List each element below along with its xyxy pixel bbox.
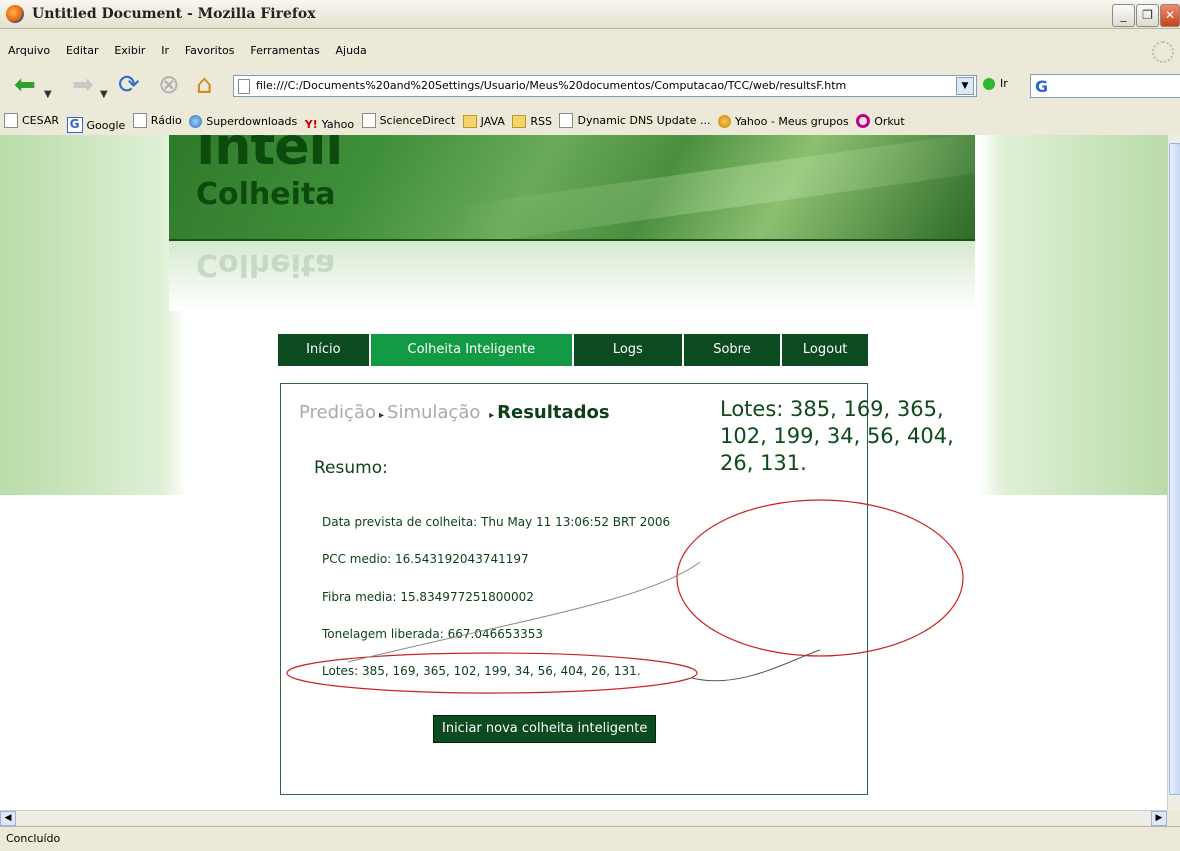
annotation-callout: Lotes: 385, 169, 365, 102, 199, 34, 56, … (720, 396, 960, 477)
status-text: Concluído (6, 832, 61, 845)
scroll-left-icon[interactable]: ◀ (0, 811, 16, 826)
callout-line: Lotes: 385, 169, 365, (720, 397, 944, 421)
callout-line: 102, 199, 34, 56, 404, (720, 424, 954, 448)
annotation-connector-top (347, 561, 701, 663)
annotation-ellipse-large (676, 499, 964, 657)
callout-line: 26, 131. (720, 451, 807, 475)
horizontal-scrollbar[interactable]: ◀ ▶ (0, 810, 1167, 826)
annotation-ellipse-small (286, 652, 698, 694)
annotation-overlay (286, 499, 964, 694)
scroll-thumb[interactable] (1169, 143, 1180, 795)
status-bar: Concluído (0, 826, 1180, 851)
scroll-right-icon[interactable]: ▶ (1151, 811, 1167, 826)
vertical-scrollbar[interactable] (1167, 135, 1180, 810)
annotation-connector-bottom (691, 649, 821, 682)
